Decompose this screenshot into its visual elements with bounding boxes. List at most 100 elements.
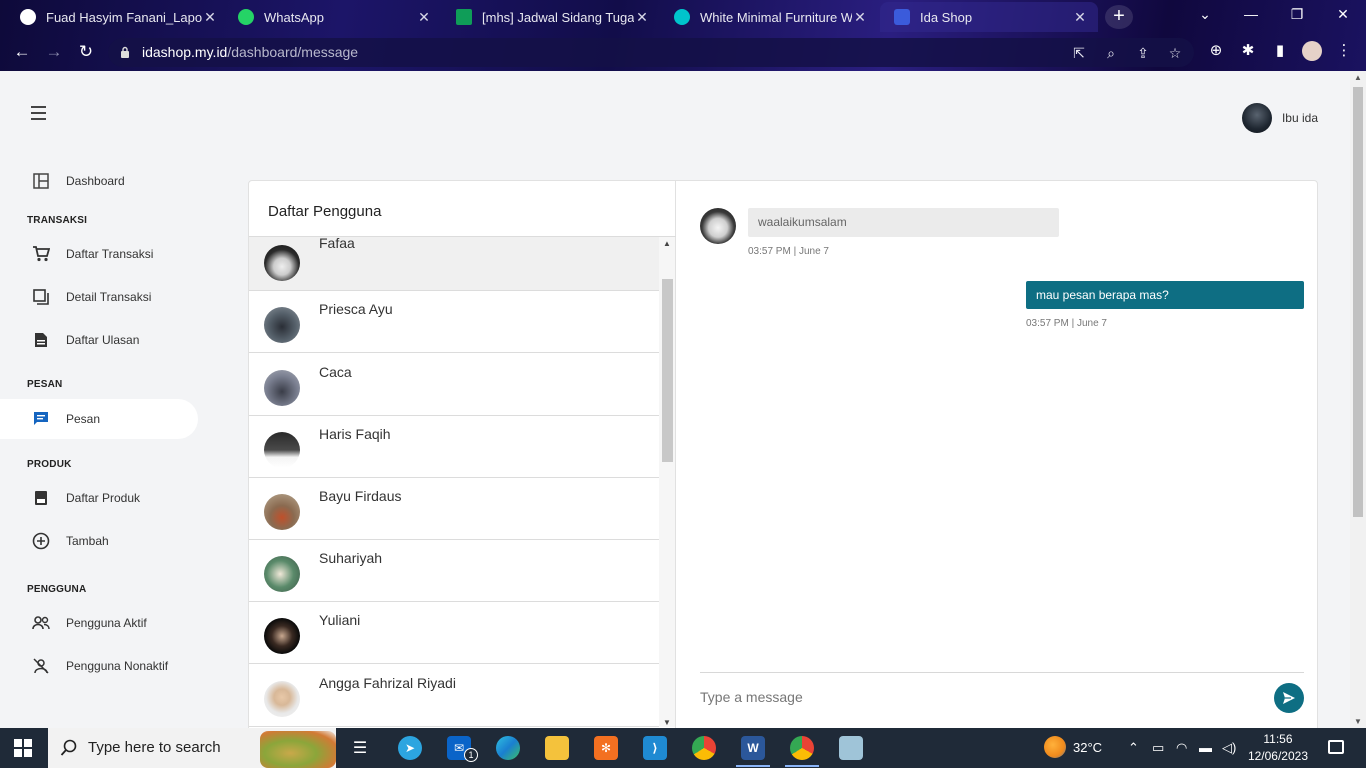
url-text: idashop.my.id/dashboard/message	[142, 44, 358, 60]
sidebar-item-daftar-ulasan[interactable]: Daftar Ulasan	[0, 318, 200, 361]
clock-time: 11:56	[1263, 732, 1293, 746]
user-list-item[interactable]: Fafaa	[249, 237, 659, 291]
chevron-up-icon[interactable]: ⌃	[1128, 740, 1139, 756]
minimize-icon[interactable]: —	[1241, 6, 1261, 22]
tab-sheets[interactable]: [mhs] Jadwal Sidang Tugas A ✕	[442, 2, 660, 32]
page-scrollbar[interactable]: ▲ ▼	[1350, 71, 1366, 728]
tab-label: White Minimal Furniture Web	[700, 9, 852, 25]
side-panel-icon[interactable]: ▮	[1270, 41, 1290, 61]
mail-badge: 1	[464, 748, 478, 762]
search-icon	[60, 739, 77, 756]
user-list-item[interactable]: Angga Fahrizal Riyadi	[249, 665, 659, 727]
user-list-item[interactable]: Bayu Firdaus	[249, 478, 659, 540]
tab-label: Ida Shop	[920, 9, 973, 25]
volume-icon[interactable]: ◁)	[1222, 740, 1236, 756]
profile-avatar-icon[interactable]	[1302, 41, 1322, 61]
tab-canva[interactable]: White Minimal Furniture Web ✕	[660, 2, 878, 32]
add-circle-icon	[32, 532, 50, 550]
battery-icon[interactable]: ▬	[1199, 740, 1212, 755]
user-list-item[interactable]: Yuliani	[249, 602, 659, 664]
close-icon[interactable]: ✕	[1072, 9, 1088, 26]
user-menu[interactable]: Ibu ida	[1241, 103, 1318, 133]
meet-now-icon[interactable]: ▭	[1152, 740, 1164, 756]
share-icon[interactable]: ⇪	[1134, 44, 1152, 62]
scroll-thumb[interactable]	[662, 279, 673, 462]
message-timestamp: 03:57 PM | June 7	[748, 246, 829, 257]
document-icon	[32, 331, 50, 349]
tab-label: WhatsApp	[264, 9, 324, 25]
avatar	[264, 556, 300, 592]
user-list-item[interactable]: Suhariyah	[249, 540, 659, 602]
user-name: Priesca Ayu	[319, 301, 393, 317]
reload-icon[interactable]: ↻	[75, 41, 97, 63]
user-list-item[interactable]: Haris Faqih	[249, 416, 659, 478]
puzzle-icon[interactable]: ✱	[1238, 41, 1258, 61]
scroll-up-icon[interactable]: ▲	[663, 239, 671, 248]
task-view-icon[interactable]: ☰	[348, 736, 372, 760]
sidebar-item-dashboard[interactable]: Dashboard	[0, 161, 200, 201]
xampp-icon[interactable]: ✻	[594, 736, 618, 760]
bookmark-star-icon[interactable]: ☆	[1166, 44, 1184, 62]
open-external-icon[interactable]: ⇱	[1070, 44, 1088, 62]
user-list-item[interactable]: Caca	[249, 354, 659, 416]
windows-start-icon[interactable]	[14, 739, 32, 757]
tab-ida-shop[interactable]: Ida Shop ✕	[880, 2, 1098, 32]
zoom-icon[interactable]: ⌕	[1102, 44, 1120, 62]
tab-search-icon[interactable]: ⌄	[1195, 6, 1215, 23]
user-list: Fafaa Priesca Ayu Caca Haris Faqih Bayu …	[249, 237, 659, 728]
window-close-icon[interactable]: ✕	[1333, 6, 1353, 23]
back-icon[interactable]: ←	[11, 41, 33, 63]
scroll-up-icon[interactable]: ▲	[1353, 73, 1363, 82]
user-name: Angga Fahrizal Riyadi	[319, 675, 456, 691]
message-input[interactable]	[700, 686, 1260, 708]
file-explorer-icon[interactable]	[545, 736, 569, 760]
scroll-thumb[interactable]	[1353, 87, 1363, 517]
sidebar-item-pesan[interactable]: Pesan	[0, 399, 198, 439]
users-panel-title: Daftar Pengguna	[268, 203, 382, 220]
tab-whatsapp[interactable]: WhatsApp ✕	[224, 2, 442, 32]
sidebar-item-daftar-produk[interactable]: Daftar Produk	[0, 476, 200, 519]
taskbar-search[interactable]: Type here to search	[48, 728, 336, 768]
notification-icon[interactable]	[1328, 740, 1344, 754]
chrome-profile-icon[interactable]	[790, 736, 814, 760]
user-list-scrollbar[interactable]: ▲ ▼	[659, 237, 675, 727]
wifi-icon[interactable]: ◠	[1176, 740, 1187, 756]
chrome-icon[interactable]	[692, 736, 716, 760]
restore-icon[interactable]: ❐	[1287, 6, 1307, 23]
sidebar-item-detail-transaksi[interactable]: Detail Transaksi	[0, 275, 200, 318]
tab-github[interactable]: Fuad Hasyim Fanani_Laporan ✕	[6, 2, 228, 32]
user-name: Bayu Firdaus	[319, 488, 402, 504]
new-tab-button[interactable]: +	[1105, 5, 1133, 29]
menu-toggle-icon[interactable]	[31, 106, 46, 120]
weather-icon[interactable]	[1044, 736, 1066, 758]
telegram-icon[interactable]: ➤	[398, 736, 422, 760]
close-icon[interactable]: ✕	[416, 9, 432, 26]
vscode-icon[interactable]: ⟩	[643, 736, 667, 760]
snipping-tool-icon[interactable]	[839, 736, 863, 760]
user-list-item[interactable]: Priesca Ayu	[249, 291, 659, 353]
address-bar[interactable]: idashop.my.id/dashboard/message ⇱ ⌕ ⇪ ☆	[108, 38, 1194, 67]
sidebar-item-tambah[interactable]: Tambah	[0, 519, 200, 562]
sidebar-item-daftar-transaksi[interactable]: Daftar Transaksi	[0, 232, 200, 275]
close-icon[interactable]: ✕	[634, 9, 650, 26]
kebab-menu-icon[interactable]: ⋮	[1334, 41, 1354, 61]
send-button[interactable]	[1274, 683, 1304, 713]
outgoing-message-bubble: mau pesan berapa mas?	[1026, 281, 1304, 309]
sidebar-item-pengguna-nonaktif[interactable]: Pengguna Nonaktif	[0, 644, 200, 687]
extension-plus-icon[interactable]: ⊕	[1206, 41, 1226, 61]
close-icon[interactable]: ✕	[852, 9, 868, 26]
chat-icon	[32, 410, 50, 428]
sidebar-section-produk: PRODUK	[27, 459, 72, 470]
messages-card: Daftar Pengguna Fafaa Priesca Ayu Caca H…	[248, 180, 1318, 728]
sidebar-item-pengguna-aktif[interactable]: Pengguna Aktif	[0, 601, 200, 644]
canva-icon	[674, 9, 690, 25]
edge-icon[interactable]	[496, 736, 520, 760]
forward-icon[interactable]: →	[43, 41, 65, 63]
close-icon[interactable]: ✕	[202, 9, 218, 26]
scroll-down-icon[interactable]: ▼	[1353, 717, 1363, 726]
page-content: Ibu ida Dashboard TRANSAKSI Daftar Trans…	[0, 71, 1350, 728]
system-clock[interactable]: 11:56 12/06/2023	[1248, 731, 1308, 765]
word-icon[interactable]: W	[741, 736, 765, 760]
sender-avatar	[700, 208, 736, 244]
scroll-down-icon[interactable]: ▼	[663, 718, 671, 727]
